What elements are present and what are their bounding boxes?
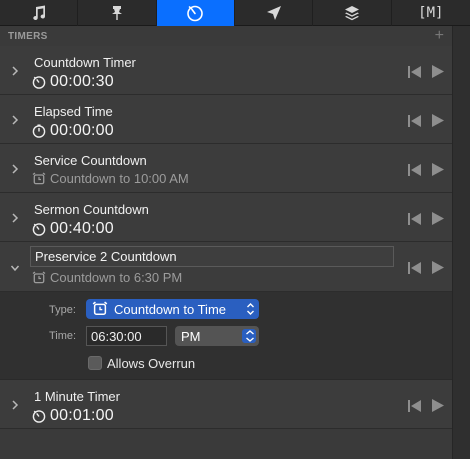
reset-icon[interactable]	[408, 163, 422, 176]
reset-icon[interactable]	[408, 261, 422, 274]
chevron-right-icon[interactable]	[10, 162, 20, 176]
timer-list: Countdown Timer 00:00:30 Elapsed Time 00…	[0, 46, 452, 429]
tab-props[interactable]	[78, 0, 157, 26]
chevron-right-icon[interactable]	[10, 211, 20, 225]
play-icon[interactable]	[432, 261, 444, 274]
timer-title: Sermon Countdown	[34, 202, 149, 217]
overrun-label[interactable]: Allows Overrun	[107, 356, 195, 371]
timer-title: Service Countdown	[34, 153, 147, 168]
layers-icon	[344, 5, 360, 21]
play-icon[interactable]	[432, 399, 444, 412]
play-icon[interactable]	[432, 163, 444, 176]
send-arrow-icon	[266, 5, 282, 21]
tab-music[interactable]	[0, 0, 79, 26]
timer-row[interactable]: Elapsed Time 00:00:00	[0, 95, 452, 144]
stepper-icon	[247, 303, 254, 315]
timer-value: Countdown to 6:30 PM	[50, 270, 183, 285]
timer-row[interactable]: Service Countdown Countdown to 10:00 AM	[0, 144, 452, 193]
reset-icon[interactable]	[408, 114, 422, 127]
countdown-icon	[32, 410, 46, 423]
tab-messages[interactable]	[235, 0, 314, 26]
alarm-clock-icon	[92, 301, 108, 316]
elapsed-icon	[32, 124, 46, 138]
timer-row-selected[interactable]: Preservice 2 Countdown Countdown to 6:30…	[0, 242, 452, 292]
timer-name-field[interactable]: Preservice 2 Countdown	[30, 246, 394, 267]
timer-value: 00:40:00	[50, 220, 114, 237]
timer-title: Countdown Timer	[34, 55, 136, 70]
time-input[interactable]: 06:30:00	[86, 326, 167, 346]
tab-bar: [M]	[0, 0, 470, 26]
timer-row[interactable]: Sermon Countdown 00:40:00	[0, 193, 452, 242]
tab-timers[interactable]	[156, 0, 235, 26]
timer-icon	[186, 4, 204, 22]
type-label: Type:	[49, 304, 76, 316]
type-popup[interactable]: Countdown to Time	[86, 299, 259, 319]
chevron-right-icon[interactable]	[10, 398, 20, 412]
pin-icon	[110, 5, 124, 21]
section-title: TIMERS	[8, 30, 48, 42]
type-value: Countdown to Time	[114, 301, 227, 317]
timers-section-header: TIMERS +	[0, 26, 452, 46]
ampm-popup[interactable]: PM	[175, 326, 259, 346]
timer-row[interactable]: 1 Minute Timer 00:01:00	[0, 380, 452, 429]
timer-title: 1 Minute Timer	[34, 389, 120, 404]
timer-value: 00:00:30	[50, 73, 114, 90]
stepper-icon	[242, 329, 256, 343]
music-note-icon	[31, 5, 47, 21]
reset-icon[interactable]	[408, 399, 422, 412]
reset-icon[interactable]	[408, 65, 422, 78]
scrollbar[interactable]	[452, 26, 470, 459]
add-timer-button[interactable]: +	[435, 28, 444, 44]
countdown-icon	[32, 223, 46, 236]
chevron-down-icon[interactable]	[10, 261, 20, 275]
overrun-checkbox[interactable]	[88, 356, 102, 370]
ampm-value: PM	[181, 328, 201, 344]
tab-macros[interactable]: [M]	[392, 0, 470, 26]
play-icon[interactable]	[432, 65, 444, 78]
timer-title: Elapsed Time	[34, 104, 113, 119]
play-icon[interactable]	[432, 114, 444, 127]
timer-row[interactable]: Countdown Timer 00:00:30	[0, 46, 452, 95]
alarm-clock-icon	[32, 270, 46, 283]
macro-bracket-icon: [M]	[418, 5, 444, 21]
alarm-clock-icon	[32, 171, 46, 184]
time-label: Time:	[49, 330, 77, 342]
tab-layers[interactable]	[313, 0, 392, 26]
list-empty-area	[0, 430, 452, 459]
chevron-right-icon[interactable]	[10, 64, 20, 78]
chevron-right-icon[interactable]	[10, 113, 20, 127]
timer-details-panel: Type: Countdown to Time Time: 06:30:00 P…	[0, 292, 452, 380]
timer-value: Countdown to 10:00 AM	[50, 171, 189, 186]
timer-value: 00:01:00	[50, 407, 114, 424]
play-icon[interactable]	[432, 212, 444, 225]
timer-value: 00:00:00	[50, 122, 114, 139]
reset-icon[interactable]	[408, 212, 422, 225]
countdown-icon	[32, 76, 46, 89]
